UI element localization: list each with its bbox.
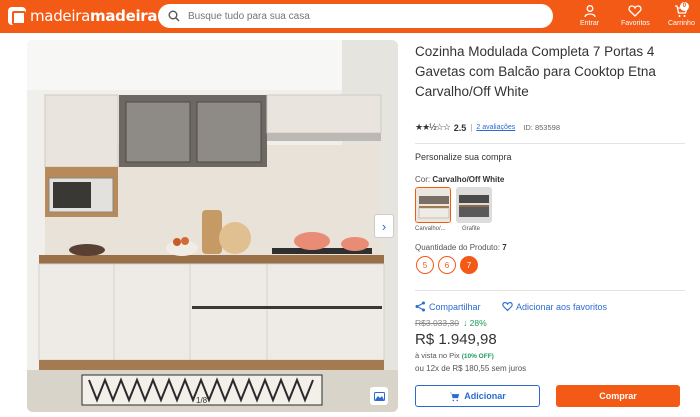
swatch-grafite-label: Grafite	[462, 226, 481, 232]
search-icon	[168, 10, 180, 22]
enter-button[interactable]: Entrar	[580, 4, 599, 27]
user-icon	[583, 5, 596, 18]
search-input[interactable]	[188, 10, 488, 22]
buy-button[interactable]: Comprar	[556, 385, 680, 407]
rating-row: ★★½☆☆ 2.5 | 2 avaliações ID: 853598	[415, 122, 560, 133]
swatch-grafite-thumb	[456, 187, 492, 223]
kitchen-photo	[27, 40, 398, 412]
favorites-button[interactable]: Favoritos	[621, 4, 650, 27]
quantity-label-text: Quantidade do Produto:	[415, 243, 503, 252]
cart-label: Carrinho	[668, 20, 695, 27]
logo-text-1: madeira	[30, 7, 90, 25]
rating-stars: ★★½☆☆	[415, 122, 451, 132]
cart-icon	[450, 392, 460, 401]
add-to-cart-label: Adicionar	[464, 391, 506, 401]
product-id: ID: 853598	[523, 123, 560, 132]
add-favorite-button[interactable]: Adicionar aos favoritos	[502, 301, 607, 312]
logo-text-2: madeira	[89, 7, 158, 25]
color-label: Cor: Carvalho/Off White	[415, 175, 504, 184]
image-counter: 1/8	[196, 396, 208, 405]
rating-value: 2.5	[453, 122, 467, 133]
heart-icon	[502, 302, 513, 312]
color-label-text: Cor:	[415, 175, 433, 184]
image-expand-button[interactable]	[370, 387, 388, 405]
search-bar[interactable]	[158, 4, 553, 28]
old-price: R$3.033,30	[415, 318, 459, 328]
swatch-carvalho-label: Carvalho/...	[415, 226, 446, 232]
cart-count-badge: 0	[679, 2, 689, 11]
pix-text: à vista no Pix	[415, 351, 462, 360]
heart-icon	[628, 5, 642, 17]
enter-label: Entrar	[580, 20, 600, 27]
price: R$ 1.949,98	[415, 331, 497, 348]
share-button[interactable]: Compartilhar	[415, 301, 481, 312]
cart-button[interactable]: Carrinho 0	[668, 2, 695, 27]
qty-option-6[interactable]: 6	[438, 256, 456, 274]
share-icon	[415, 301, 425, 312]
logo[interactable]: madeira madeira	[8, 6, 158, 26]
quantity-label: Quantidade do Produto: 7	[415, 243, 507, 252]
share-label: Compartilhar	[429, 301, 481, 312]
personalize-heading: Personalize sua compra	[415, 152, 512, 162]
reviews-link[interactable]: 2 avaliações	[476, 124, 515, 131]
chevron-right-icon: ›	[381, 218, 387, 234]
product-title: Cozinha Modulada Completa 7 Portas 4 Gav…	[415, 44, 656, 99]
color-value: Carvalho/Off White	[432, 175, 505, 184]
next-image-button[interactable]: ›	[374, 214, 394, 238]
divider	[415, 143, 685, 144]
divider	[415, 290, 685, 291]
top-bar: madeiramadeira Entrar Favoritos Carrinho…	[0, 0, 700, 33]
qty-option-7[interactable]: 7	[460, 256, 478, 274]
discount-badge: ↓ 28%	[463, 318, 487, 328]
installments: ou 12x de R$ 180,55 sem juros	[415, 364, 527, 373]
quantity-value: 7	[502, 243, 507, 252]
buy-label: Comprar	[599, 391, 637, 401]
swatch-carvalho[interactable]	[415, 187, 451, 223]
qty-option-5[interactable]: 5	[416, 256, 434, 274]
rating-separator: |	[470, 123, 473, 132]
favorites-label: Favoritos	[621, 20, 650, 27]
pix-info: à vista no Pix (10% OFF)	[415, 351, 494, 360]
swatch-grafite[interactable]	[456, 187, 492, 223]
add-to-cart-button[interactable]: Adicionar	[415, 385, 540, 407]
pix-discount: (10% OFF)	[461, 353, 494, 360]
logo-icon	[8, 7, 26, 25]
swatch-carvalho-thumb	[416, 188, 450, 222]
image-icon	[373, 391, 385, 401]
add-favorite-label: Adicionar aos favoritos	[516, 301, 608, 312]
product-image[interactable]: ›	[27, 40, 398, 412]
